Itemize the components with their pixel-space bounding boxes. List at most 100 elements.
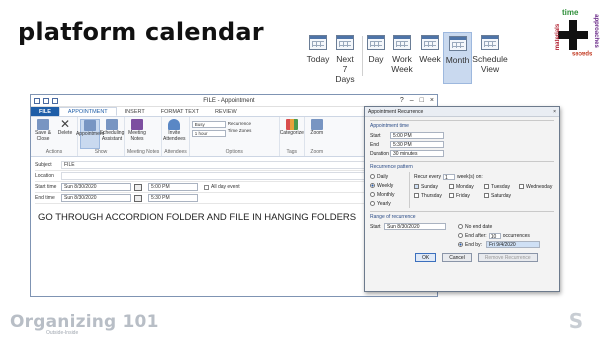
checkbox-friday[interactable] xyxy=(449,193,454,199)
appointment-view-button[interactable]: Appointment xyxy=(76,119,104,149)
day-saturday[interactable]: Saturday xyxy=(484,193,519,199)
time-zones-button[interactable]: Time Zones xyxy=(228,128,252,133)
view-schedule-label: Schedule View xyxy=(472,54,508,74)
close-icon[interactable]: × xyxy=(430,97,434,104)
dialog-close-icon[interactable]: × xyxy=(553,107,556,116)
start-calendar-icon[interactable] xyxy=(134,183,142,191)
radio-monthly[interactable] xyxy=(370,192,375,197)
logo-word-time: time xyxy=(562,8,579,17)
meeting-notes-button[interactable]: Meeting Notes xyxy=(127,119,147,149)
group-zoom: Zoom Zoom xyxy=(305,117,329,156)
radio-yearly[interactable] xyxy=(370,201,375,206)
categorize-button[interactable]: Categorize xyxy=(280,119,304,149)
maximize-icon[interactable]: □ xyxy=(420,97,424,104)
checkbox-thursday[interactable] xyxy=(414,193,419,199)
brand-logo: Organizing 101 xyxy=(10,312,159,332)
recurrence-button[interactable]: Recurrence xyxy=(228,121,252,126)
end-date-field[interactable]: Sun 8/30/2020 xyxy=(61,194,131,202)
recur-every-input[interactable]: 1 xyxy=(442,173,455,181)
group-show: Appointment Scheduling Assistant Show xyxy=(76,117,125,156)
day-thursday-label: Thursday xyxy=(421,193,442,199)
calendar-week-view-icon xyxy=(421,35,439,50)
tab-format-text[interactable]: FORMAT TEXT xyxy=(153,107,207,116)
day-tuesday[interactable]: Tuesday xyxy=(484,184,519,190)
radio-end-by[interactable] xyxy=(458,242,463,247)
dlg-end-select[interactable]: 5:30 PM xyxy=(390,141,444,148)
tab-file[interactable]: FILE xyxy=(31,107,59,116)
help-icon[interactable]: ? xyxy=(400,97,404,104)
range-end-by[interactable]: End by: Fri 9/4/2020 xyxy=(458,240,540,249)
group-options-label: Options xyxy=(225,149,243,155)
tab-appointment[interactable]: APPOINTMENT xyxy=(58,107,117,116)
pattern-radios: Daily Weekly Monthly Yearly xyxy=(370,172,410,208)
save-quick-icon[interactable] xyxy=(34,97,40,104)
minimize-icon[interactable]: – xyxy=(410,97,414,104)
zoom-label: Zoom xyxy=(310,130,324,136)
view-month-button[interactable]: Month xyxy=(443,32,472,84)
checkbox-saturday[interactable] xyxy=(484,193,489,199)
recurrence-dialog: Appointment Recurrence × Appointment tim… xyxy=(364,106,560,292)
end-time-select[interactable]: 5:30 PM xyxy=(148,194,198,202)
ok-button[interactable]: OK xyxy=(415,253,437,262)
appointment-icon xyxy=(84,120,96,131)
zoom-button[interactable]: Zoom xyxy=(307,119,327,149)
day-friday-label: Friday xyxy=(456,193,470,199)
undo-quick-icon[interactable] xyxy=(43,97,49,104)
dialog-buttons: OK Cancel Remove Recurrence xyxy=(415,253,559,262)
day-friday[interactable]: Friday xyxy=(449,193,484,199)
dlg-start-select[interactable]: 5:00 PM xyxy=(390,132,444,139)
day-sunday[interactable]: Sunday xyxy=(414,184,449,190)
reminder-select[interactable]: 1 hour xyxy=(191,130,226,137)
range-end-after[interactable]: End after: 10 occurrences xyxy=(458,231,540,240)
all-day-checkbox[interactable] xyxy=(204,184,209,190)
end-after-input[interactable]: 10 xyxy=(488,232,501,240)
checkbox-wednesday[interactable] xyxy=(519,184,524,190)
view-next7-button[interactable]: Next 7 Days xyxy=(330,32,360,84)
pattern-monthly[interactable]: Monthly xyxy=(370,190,409,199)
view-workweek-button[interactable]: Work Week xyxy=(387,32,417,84)
delete-label: Delete xyxy=(57,130,73,136)
day-monday[interactable]: Monday xyxy=(449,184,484,190)
view-today-button[interactable]: Today xyxy=(306,32,330,84)
range-no-end[interactable]: No end date xyxy=(458,222,540,231)
recurrence-pattern-section: Recurrence pattern Daily Weekly Monthly … xyxy=(370,161,554,208)
day-wednesday[interactable]: Wednesday xyxy=(519,184,554,190)
radio-end-after[interactable] xyxy=(458,233,463,238)
checkbox-monday[interactable] xyxy=(449,184,454,190)
radio-daily[interactable] xyxy=(370,174,375,179)
scheduling-assistant-button[interactable]: Scheduling Assistant xyxy=(99,119,125,149)
range-start-select[interactable]: Sun 8/30/2020 xyxy=(384,223,446,230)
show-as-select[interactable]: Busy xyxy=(191,121,226,128)
brand-tagline: Outside-Inside xyxy=(46,330,79,336)
dlg-duration-select[interactable]: 30 minutes xyxy=(390,150,444,157)
tab-review[interactable]: REVIEW xyxy=(207,107,245,116)
range-section: Range of recurrence Start Sun 8/30/2020 … xyxy=(370,211,554,249)
scheduling-assistant-label: Scheduling Assistant xyxy=(99,130,125,142)
view-schedule-button[interactable]: Schedule View xyxy=(472,32,508,84)
start-time-select[interactable]: 5:00 PM xyxy=(148,183,198,191)
no-end-label: No end date xyxy=(465,223,493,230)
recurrence-pattern-title: Recurrence pattern xyxy=(370,164,413,170)
start-date-field[interactable]: Sun 8/30/2020 xyxy=(61,183,131,191)
delete-button[interactable]: ✕ Delete xyxy=(55,118,75,149)
pattern-yearly[interactable]: Yearly xyxy=(370,199,409,208)
view-workweek-label: Work Week xyxy=(391,54,413,74)
checkbox-sunday[interactable] xyxy=(414,184,419,190)
day-thursday[interactable]: Thursday xyxy=(414,193,449,199)
pattern-weekly[interactable]: Weekly xyxy=(370,181,409,190)
radio-weekly[interactable] xyxy=(370,183,375,188)
radio-no-end[interactable] xyxy=(458,224,463,229)
tab-insert[interactable]: INSERT xyxy=(117,107,153,116)
remove-recurrence-button[interactable]: Remove Recurrence xyxy=(477,253,538,262)
cancel-button[interactable]: Cancel xyxy=(442,253,472,262)
save-close-button[interactable]: Save & Close xyxy=(33,119,53,149)
end-calendar-icon[interactable] xyxy=(134,194,142,202)
weeks-on-label: week(s) on: xyxy=(456,173,483,180)
invite-attendees-button[interactable]: Invite Attendees xyxy=(163,119,186,149)
view-day-button[interactable]: Day xyxy=(365,32,387,84)
end-time-label: End time xyxy=(35,195,55,201)
pattern-daily[interactable]: Daily xyxy=(370,172,409,181)
end-by-select[interactable]: Fri 9/4/2020 xyxy=(485,241,540,248)
checkbox-tuesday[interactable] xyxy=(484,184,489,190)
view-week-button[interactable]: Week xyxy=(417,32,443,84)
